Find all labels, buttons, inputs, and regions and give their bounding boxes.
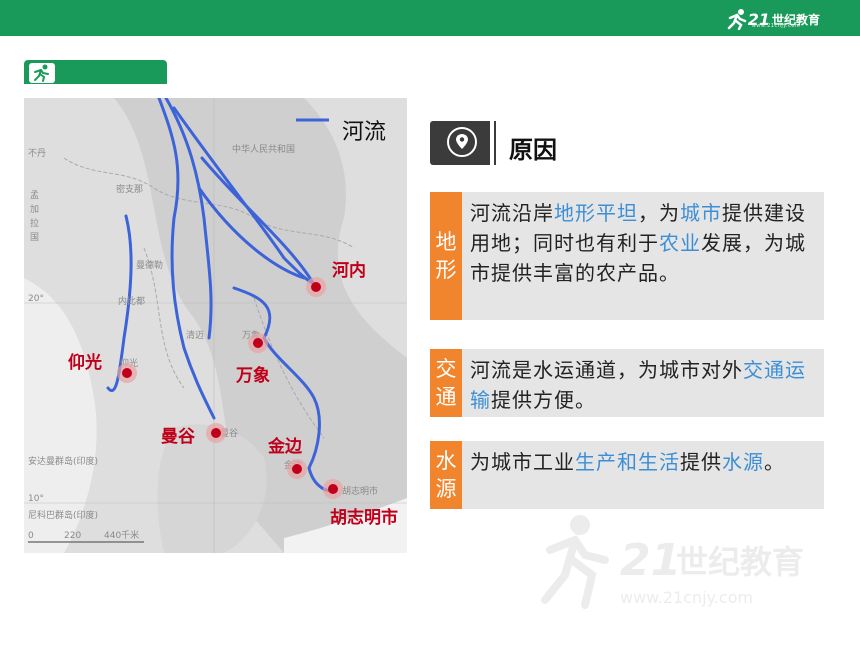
bg-label: 不丹 bbox=[28, 148, 46, 159]
scale-label: 220 bbox=[64, 531, 81, 541]
legend-label: 河流 bbox=[342, 120, 387, 145]
tag-char: 地 bbox=[435, 230, 457, 254]
bg-label: 内比都 bbox=[118, 295, 145, 307]
svg-text:www.21cnjy.com: www.21cnjy.com bbox=[620, 588, 753, 607]
bg-label: 胡志明市 bbox=[342, 485, 378, 497]
watermark-logo-icon: 21 世纪教育 www.21cnjy.com bbox=[541, 515, 804, 609]
top-banner: 21 世纪教育 www.21cnjy.com bbox=[0, 0, 860, 36]
bg-label: 拉 bbox=[30, 217, 39, 229]
tag-char: 源 bbox=[435, 477, 457, 501]
bg-label: 国 bbox=[30, 232, 39, 243]
text-segment: 河流沿岸 bbox=[470, 201, 554, 225]
city-label-phnom-penh: 金边 bbox=[268, 437, 302, 457]
tag-char: 水 bbox=[435, 449, 457, 473]
highlighted-keyword: 生产和生活 bbox=[575, 450, 680, 474]
bg-label: 安达曼群岛(印度) bbox=[28, 455, 98, 467]
highlighted-keyword: 城市 bbox=[680, 201, 722, 225]
reason-text: 河流是水运通道，为城市对外交通运输提供方便。 bbox=[470, 355, 818, 415]
section-tab bbox=[24, 60, 167, 84]
text-segment: 提供方便。 bbox=[491, 388, 596, 412]
runner-logo-icon bbox=[727, 9, 746, 30]
reason-tag: 地 形 bbox=[430, 192, 462, 320]
city-label-bangkok: 曼谷 bbox=[161, 427, 195, 447]
site-logo: 21 世纪教育 www.21cnjy.com bbox=[726, 7, 820, 31]
reason-text: 为城市工业生产和生活提供水源。 bbox=[470, 447, 818, 477]
svg-text:世纪教育: 世纪教育 bbox=[676, 543, 804, 581]
city-label-ho-chi-minh: 胡志明市 bbox=[330, 508, 398, 528]
text-segment: 提供 bbox=[680, 450, 722, 474]
river-map: 中华人民共和国 不丹 密支那 曼德勒 内比都 清迈 万象 仰光 曼谷 金边 胡志… bbox=[24, 98, 407, 553]
text-segment: 。 bbox=[764, 450, 785, 474]
tag-char: 交 bbox=[435, 357, 457, 381]
reason-text: 河流沿岸地形平坦，为城市提供建设用地；同时也有利于农业发展，为城市提供丰富的农产… bbox=[470, 198, 818, 288]
tag-char: 通 bbox=[435, 385, 457, 409]
text-segment: ，为 bbox=[638, 201, 680, 225]
city-label-hanoi: 河内 bbox=[332, 261, 366, 281]
scale-label: 440千米 bbox=[104, 529, 139, 541]
reason-tag: 水 源 bbox=[430, 441, 462, 509]
tag-char: 形 bbox=[435, 258, 457, 282]
reason-block-terrain: 地 形 河流沿岸地形平坦，为城市提供建设用地；同时也有利于农业发展，为城市提供丰… bbox=[430, 192, 824, 320]
bg-label: 清迈 bbox=[186, 329, 204, 341]
bg-label: 20° bbox=[28, 294, 44, 304]
bg-label: 密支那 bbox=[116, 183, 143, 195]
bg-label: 10° bbox=[28, 494, 44, 504]
bg-label: 中华人民共和国 bbox=[232, 143, 295, 155]
location-pin-icon bbox=[447, 127, 477, 157]
text-segment: 河流是水运通道，为城市对外 bbox=[470, 358, 743, 382]
reason-block-water: 水 源 为城市工业生产和生活提供水源。 bbox=[430, 441, 824, 509]
text-segment: 为城市工业 bbox=[470, 450, 575, 474]
city-label-yangon: 仰光 bbox=[68, 353, 102, 373]
reason-block-transport: 交 通 河流是水运通道，为城市对外交通运输提供方便。 bbox=[430, 349, 824, 417]
city-label-vientiane: 万象 bbox=[236, 366, 270, 386]
bg-label: 加 bbox=[30, 204, 39, 215]
highlighted-keyword: 地形平坦 bbox=[554, 201, 638, 225]
map-drawing: 中华人民共和国 不丹 密支那 曼德勒 内比都 清迈 万象 仰光 曼谷 金边 胡志… bbox=[24, 98, 407, 553]
highlighted-keyword: 农业 bbox=[659, 231, 701, 255]
bg-label: 曼德勒 bbox=[136, 259, 163, 271]
bg-label: 尼科巴群岛(印度) bbox=[28, 509, 98, 521]
highlighted-keyword: 水源 bbox=[722, 450, 764, 474]
logo-url: www.21cnjy.com bbox=[751, 23, 801, 29]
reason-tag: 交 通 bbox=[430, 349, 462, 417]
scale-label: 0 bbox=[28, 531, 34, 541]
runner-tab-icon bbox=[29, 63, 55, 83]
svg-text:21: 21 bbox=[620, 535, 681, 586]
header-separator bbox=[490, 121, 494, 165]
bg-label: 孟 bbox=[30, 190, 39, 201]
reason-header-icon-box bbox=[430, 121, 496, 165]
reason-title: 原因 bbox=[509, 136, 557, 164]
